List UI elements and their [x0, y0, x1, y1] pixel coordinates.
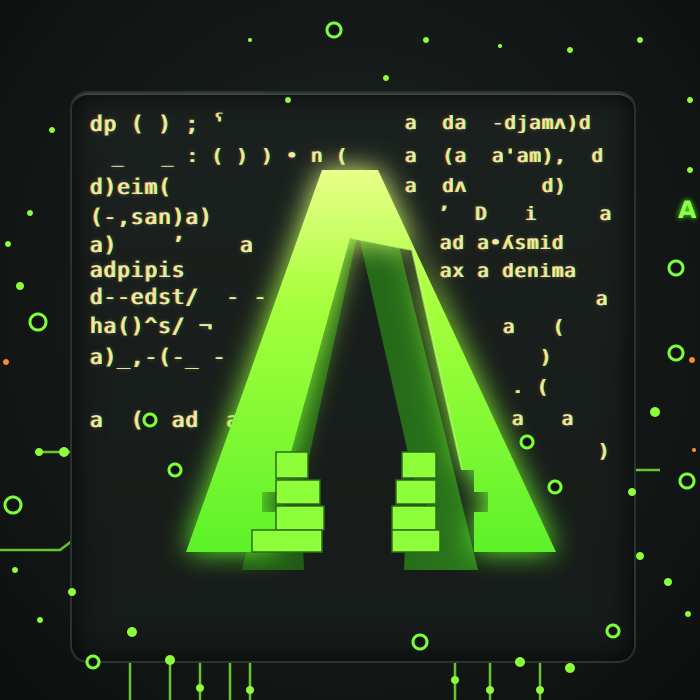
side-letter-a: A	[678, 196, 697, 224]
circuit-nodes-decoration	[3, 21, 696, 694]
